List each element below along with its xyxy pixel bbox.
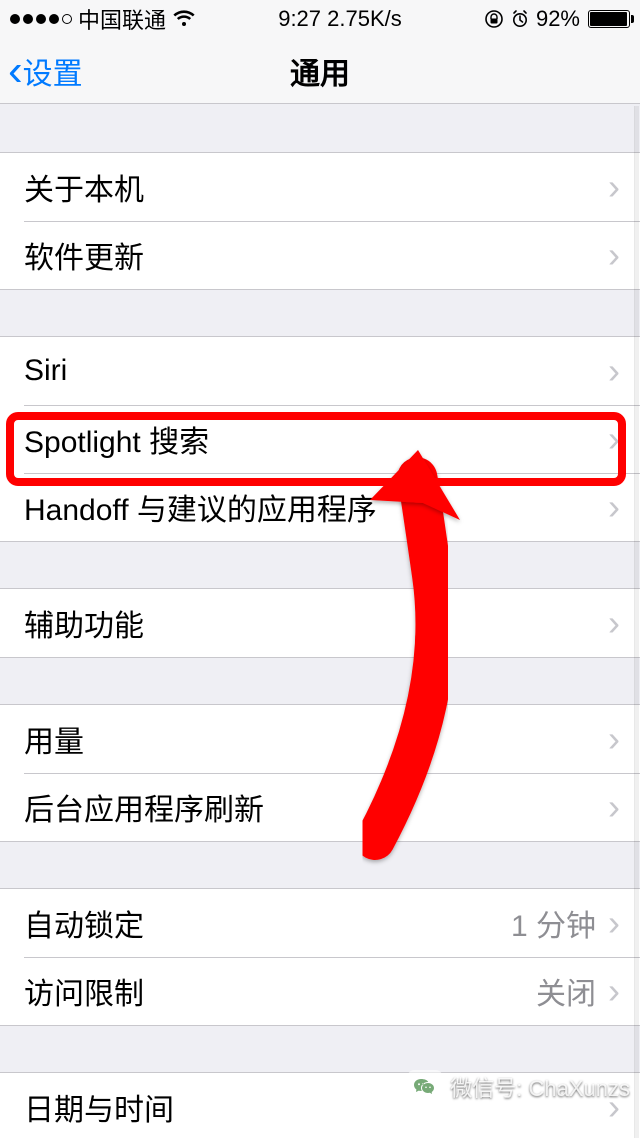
settings-group-usage: 用量 › 后台应用程序刷新 › [0,704,640,842]
group-spacer [0,290,640,336]
status-speed: 2.75K/s [327,6,402,31]
chevron-right-icon: › [608,973,620,1009]
row-label: Siri [24,354,67,388]
row-label: Handoff 与建议的应用程序 [24,485,377,529]
row-label: 用量 [24,717,84,761]
row-value: 关闭 [536,969,596,1013]
row-label: 自动锁定 [24,901,144,945]
alarm-icon [510,9,530,29]
row-software-update[interactable]: 软件更新 › [0,221,640,289]
row-label: 访问限制 [24,969,144,1013]
wifi-icon [172,10,196,28]
row-background-refresh[interactable]: 后台应用程序刷新 › [0,773,640,841]
row-label: 日期与时间 [24,1085,174,1129]
page-title: 通用 [290,49,350,93]
row-label: 辅助功能 [24,601,144,645]
row-date-time[interactable]: 日期与时间 › [0,1073,640,1138]
settings-group-lock: 自动锁定 1 分钟 › 访问限制 关闭 › [0,888,640,1026]
chevron-left-icon: ‹ [8,49,23,93]
status-time: 9:27 [278,6,321,31]
chevron-right-icon: › [608,605,620,641]
chevron-right-icon: › [608,721,620,757]
rotation-lock-icon [484,9,504,29]
chevron-right-icon: › [608,1089,620,1125]
status-bar: 中国联通 9:27 2.75K/s 92% [0,0,640,38]
row-about[interactable]: 关于本机 › [0,153,640,221]
nav-bar: ‹ 设置 通用 [0,38,640,104]
settings-group-date: 日期与时间 › [0,1072,640,1138]
status-left: 中国联通 [10,3,196,35]
group-spacer [0,658,640,704]
row-auto-lock[interactable]: 自动锁定 1 分钟 › [0,889,640,957]
battery-icon [588,10,630,28]
row-usage[interactable]: 用量 › [0,705,640,773]
row-spotlight[interactable]: Spotlight 搜索 › [0,405,640,473]
scrollbar[interactable] [634,106,639,1138]
chevron-right-icon: › [608,421,620,457]
row-label: 后台应用程序刷新 [24,785,264,829]
chevron-right-icon: › [608,789,620,825]
group-spacer [0,104,640,152]
back-label: 设置 [23,49,83,93]
back-button[interactable]: ‹ 设置 [8,38,83,103]
row-siri[interactable]: Siri › [0,337,640,405]
group-spacer [0,842,640,888]
chevron-right-icon: › [608,489,620,525]
chevron-right-icon: › [608,905,620,941]
chevron-right-icon: › [608,237,620,273]
row-handoff[interactable]: Handoff 与建议的应用程序 › [0,473,640,541]
chevron-right-icon: › [608,169,620,205]
battery-percentage: 92% [536,6,580,32]
status-center: 9:27 2.75K/s [278,6,402,32]
group-spacer [0,1026,640,1072]
group-spacer [0,542,640,588]
row-label: 关于本机 [24,165,144,209]
row-label: Spotlight 搜索 [24,417,209,461]
carrier-label: 中国联通 [78,3,166,35]
signal-strength-icon [10,14,72,24]
chevron-right-icon: › [608,353,620,389]
settings-group-siri: Siri › Spotlight 搜索 › Handoff 与建议的应用程序 › [0,336,640,542]
settings-group-accessibility: 辅助功能 › [0,588,640,658]
settings-group-about: 关于本机 › 软件更新 › [0,152,640,290]
row-label: 软件更新 [24,233,144,277]
row-restrictions[interactable]: 访问限制 关闭 › [0,957,640,1025]
status-right: 92% [484,6,630,32]
row-value: 1 分钟 [511,901,596,945]
row-accessibility[interactable]: 辅助功能 › [0,589,640,657]
